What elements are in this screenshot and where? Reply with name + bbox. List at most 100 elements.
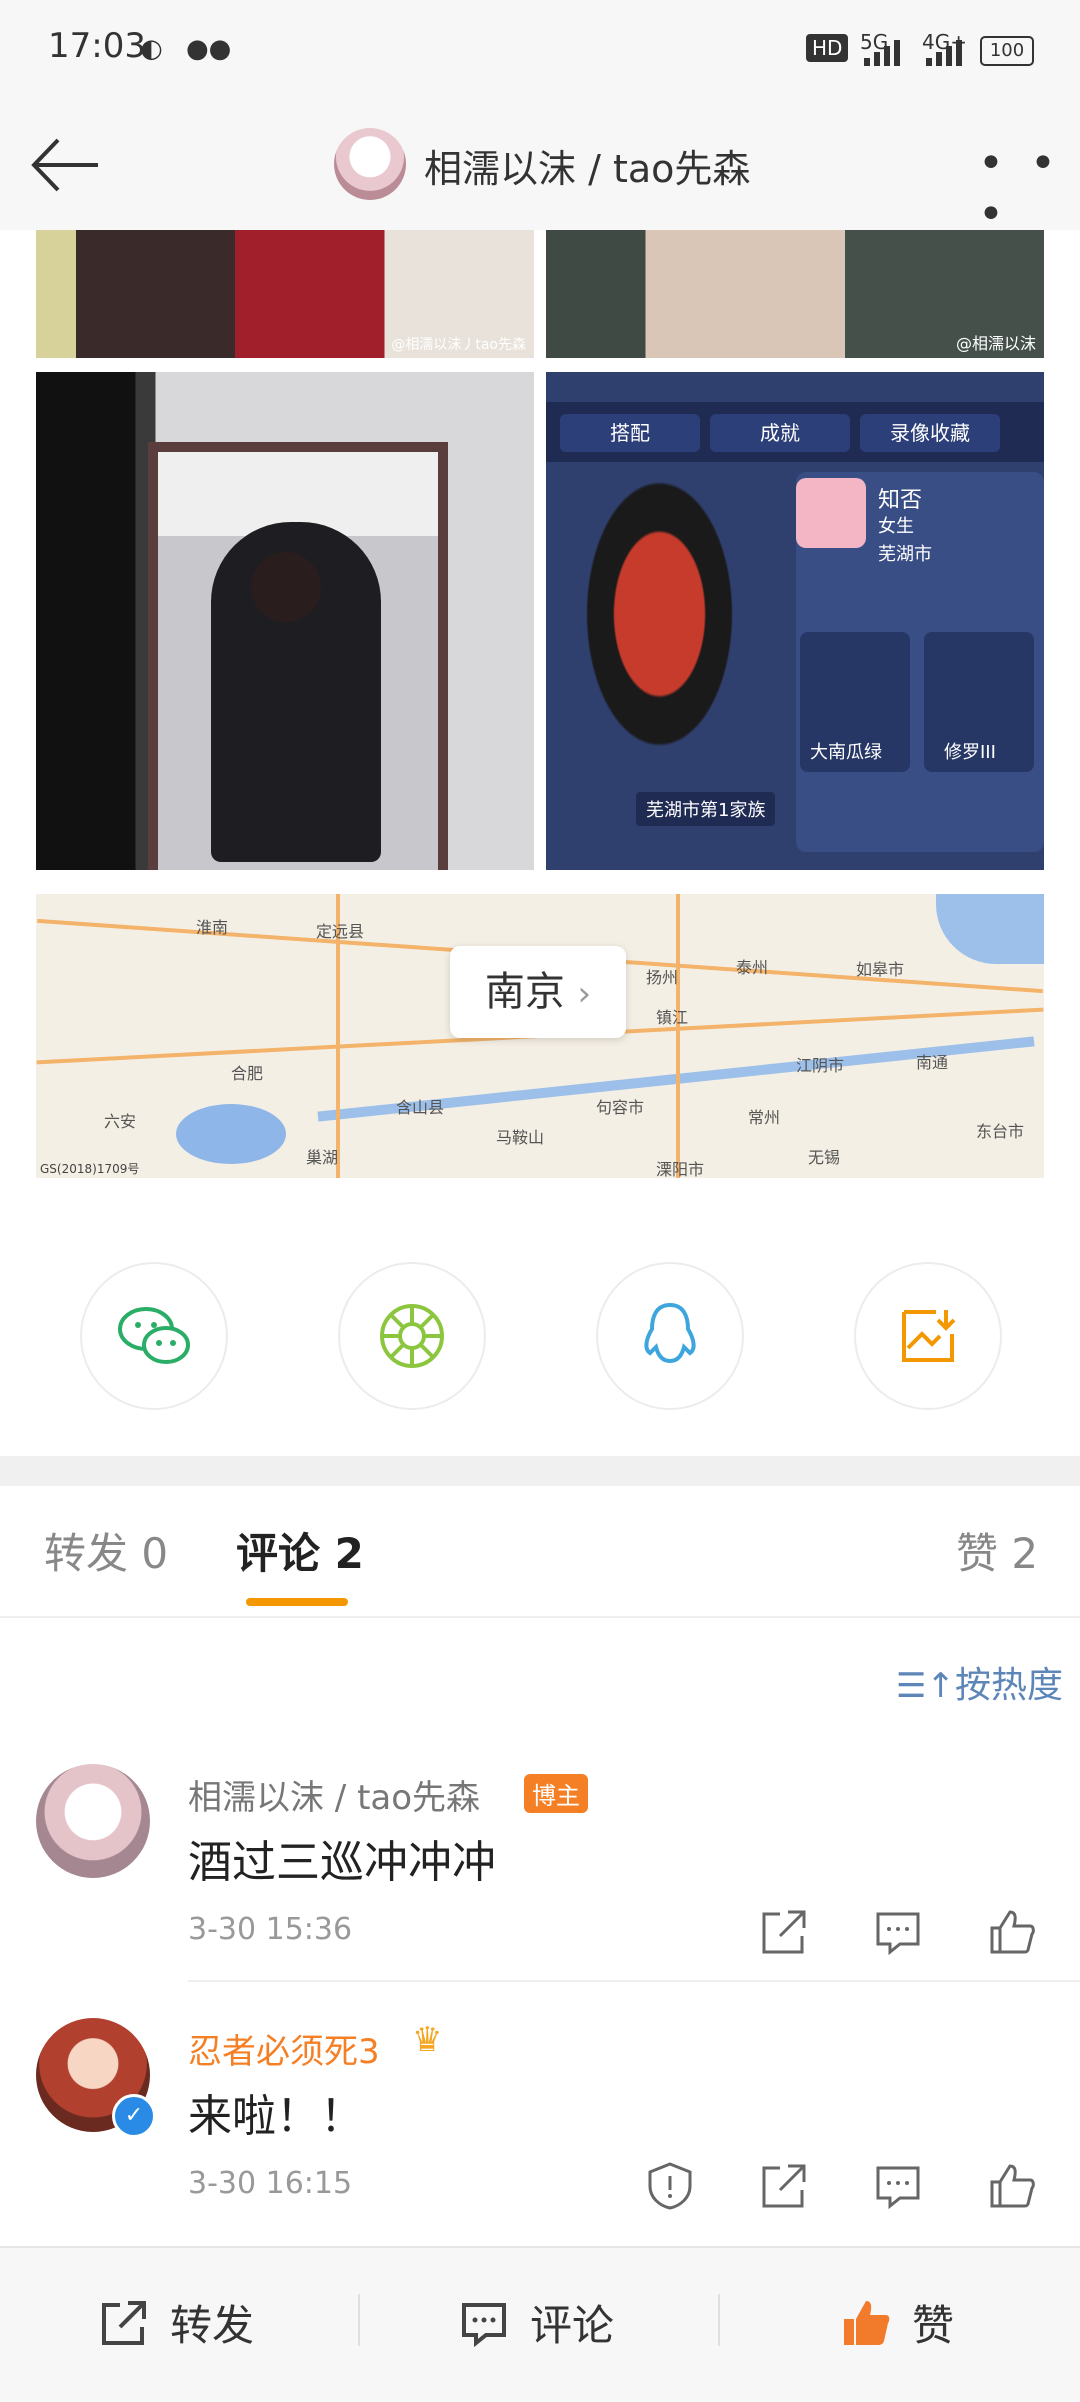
- chevron-right-icon: ›: [577, 974, 592, 1014]
- head-shape: [251, 552, 321, 622]
- game-card: 修罗III: [924, 632, 1034, 772]
- verified-icon: ✓: [112, 2094, 156, 2138]
- game-tab-label: 成就: [710, 414, 850, 452]
- report-icon[interactable]: [644, 2160, 696, 2212]
- header-avatar[interactable]: [334, 128, 406, 200]
- comment-divider: [188, 1980, 1080, 1982]
- battery-icon: 100: [980, 36, 1034, 66]
- back-arrow-icon[interactable]: [28, 128, 102, 202]
- moments-share-icon: [380, 1304, 444, 1368]
- repost-icon[interactable]: [758, 2160, 810, 2212]
- map-copyright: GS(2018)1709号: [40, 1162, 140, 1176]
- bottom-comment-label: 评论: [530, 2301, 615, 2350]
- map-place: 常州: [748, 1108, 781, 1127]
- bottom-separator: [358, 2294, 360, 2346]
- location-chip[interactable]: 南京 ›: [450, 946, 626, 1038]
- map-place: 马鞍山: [496, 1128, 545, 1147]
- share-qq-button[interactable]: [596, 1262, 744, 1410]
- sort-label: 按热度: [954, 1665, 1063, 1706]
- post-image-1[interactable]: @相濡以沫丿tao先森: [36, 230, 534, 358]
- share-wechat-button[interactable]: [80, 1262, 228, 1410]
- section-divider: [0, 1456, 1080, 1486]
- author-badge: 博主: [524, 1774, 588, 1813]
- post-image-3[interactable]: [36, 372, 534, 870]
- lake-shape: [176, 1104, 286, 1164]
- map-place: 淮南: [196, 918, 229, 937]
- map-place: 扬州: [646, 968, 679, 987]
- post-image-4[interactable]: 搭配 成就 录像收藏 知否 女生 芜湖市 大南瓜绿 修罗III 芜湖市第1家族: [546, 372, 1044, 870]
- image-watermark: @相濡以沫: [955, 334, 1036, 353]
- map-place: 六安: [104, 1112, 137, 1131]
- hd-indicator: HD: [806, 34, 849, 62]
- comment-author[interactable]: 忍者必须死3: [188, 2024, 380, 2073]
- game-card-label: 大南瓜绿: [810, 742, 882, 763]
- map-place: 溧阳市: [656, 1160, 705, 1178]
- map-place: 无锡: [808, 1148, 841, 1167]
- status-bar: 17:03 ◐ ●● HD 5G 4G+ 100: [0, 0, 1080, 100]
- map-place: 含山县: [396, 1098, 445, 1117]
- comment-text: 来啦！！: [188, 2091, 364, 2142]
- game-card: 大南瓜绿: [800, 632, 910, 772]
- share-moments-button[interactable]: [338, 1262, 486, 1410]
- battery-level: 100: [989, 40, 1025, 61]
- more-menu-button[interactable]: • • •: [978, 138, 1080, 240]
- crown-icon: ♛: [412, 2020, 443, 2060]
- road-line: [676, 894, 680, 1178]
- signal-icon-1: [864, 30, 900, 66]
- comment-icon[interactable]: [872, 1906, 924, 1958]
- comment-icon: [462, 2302, 506, 2347]
- save-image-icon: [902, 1310, 956, 1362]
- wechat-icon: ●●: [186, 34, 232, 64]
- map-place: 如皋市: [856, 960, 905, 979]
- map-place: 句容市: [596, 1098, 645, 1117]
- sort-icon: ☰↑: [896, 1666, 955, 1706]
- comment-author[interactable]: 相濡以沫 / tao先森: [188, 1770, 480, 1819]
- sea-shape: [936, 894, 1044, 964]
- comment-icon[interactable]: [872, 2160, 924, 2212]
- game-tab-label: 搭配: [560, 414, 700, 452]
- signal-icon-2: [926, 30, 962, 66]
- bottom-comment-button[interactable]: 评论: [458, 2292, 614, 2353]
- game-card-label: 修罗III: [944, 742, 996, 763]
- bottom-separator: [718, 2294, 720, 2346]
- like-icon[interactable]: [986, 2160, 1038, 2212]
- tab-comment[interactable]: 评论 2: [236, 1520, 364, 1581]
- game-name: 知否: [878, 488, 923, 513]
- tab-like[interactable]: 赞 2: [956, 1520, 1038, 1581]
- map-place: 镇江: [656, 1008, 689, 1027]
- image-watermark: @相濡以沫丿tao先森: [391, 337, 526, 353]
- avatar[interactable]: [36, 1764, 150, 1878]
- game-gender: 女生: [878, 516, 914, 537]
- sort-button[interactable]: ☰↑按热度: [896, 1656, 1063, 1708]
- tab-indicator: [246, 1598, 348, 1606]
- map-place: 南通: [916, 1053, 949, 1072]
- wechat-share-icon: [118, 1307, 190, 1364]
- map-place: 江阴市: [796, 1056, 845, 1075]
- bottom-like-button[interactable]: 赞: [840, 2292, 954, 2353]
- weibo-icon: ◐: [140, 34, 163, 64]
- repost-icon[interactable]: [758, 1906, 810, 1958]
- comment-time: 3-30 16:15: [188, 2166, 353, 2201]
- bottom-repost-label: 转发: [170, 2301, 255, 2350]
- post-image-2[interactable]: @相濡以沫: [546, 230, 1044, 358]
- like-icon[interactable]: [986, 1906, 1038, 1958]
- bottom-repost-button[interactable]: 转发: [98, 2292, 254, 2353]
- map-place: 东台市: [976, 1122, 1025, 1141]
- comment-text: 酒过三巡冲冲冲: [188, 1837, 496, 1888]
- status-time: 17:03: [48, 26, 146, 66]
- location-label: 南京: [484, 969, 565, 1015]
- comment-time: 3-30 15:36: [188, 1912, 353, 1947]
- map-place: 巢湖: [306, 1148, 339, 1167]
- like-filled-icon: [844, 2300, 890, 2345]
- save-image-button[interactable]: [854, 1262, 1002, 1410]
- repost-icon: [102, 2300, 146, 2345]
- tab-repost[interactable]: 转发 0: [44, 1520, 168, 1581]
- map-place: 定远县: [316, 922, 365, 941]
- bottom-like-label: 赞: [912, 2301, 955, 2350]
- game-tab-label: 录像收藏: [860, 414, 1000, 452]
- game-rank: 芜湖市第1家族: [636, 792, 776, 826]
- qq-share-icon: [644, 1302, 696, 1364]
- game-character: [556, 462, 786, 842]
- game-avatar: [796, 478, 866, 548]
- page-title[interactable]: 相濡以沫 / tao先森: [424, 138, 750, 193]
